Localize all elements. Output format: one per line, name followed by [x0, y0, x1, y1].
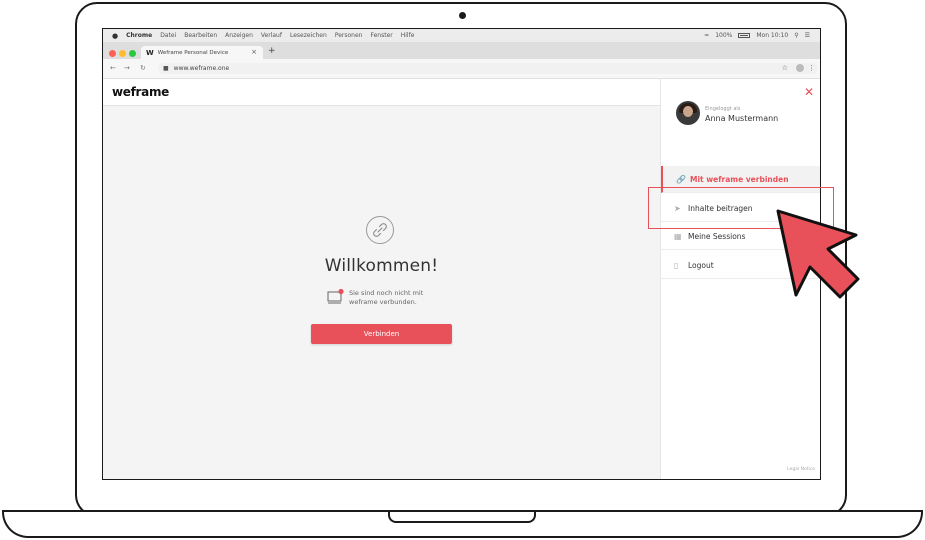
window-zoom-button[interactable] [129, 50, 136, 57]
battery-percent: 100% [715, 32, 733, 39]
menu-item-label: Logout [688, 260, 714, 270]
screen: ● Chrome Datei Bearbeiten Anzeigen Verla… [102, 28, 821, 480]
device-status-icon [327, 288, 344, 304]
bookmark-star-icon[interactable]: ☆ [782, 64, 788, 72]
tab-title: Weframe Personal Device [157, 49, 229, 56]
menu-fenster[interactable]: Fenster [370, 32, 392, 39]
close-icon[interactable]: ✕ [804, 85, 814, 99]
menu-datei[interactable]: Datei [160, 32, 176, 39]
laptop-notch [388, 512, 536, 523]
menu-item-label: Meine Sessions [688, 231, 746, 241]
window-minimize-button[interactable] [119, 50, 126, 57]
menu-hilfe[interactable]: Hilfe [401, 32, 415, 39]
menu-verlauf[interactable]: Verlauf [261, 32, 282, 39]
user-name: Anna Mustermann [705, 114, 779, 123]
menubar-app-name[interactable]: Chrome [126, 32, 152, 39]
favicon-icon: W [146, 48, 154, 57]
link-icon: 🔗 [676, 174, 686, 184]
legal-notice-link[interactable]: Legal Notice [787, 467, 815, 472]
forward-icon[interactable]: → [124, 64, 130, 72]
avatar [676, 101, 700, 125]
lock-icon: ■ [163, 65, 169, 72]
status-line-2: weframe verbunden. [349, 298, 417, 306]
menu-item-label: Mit weframe verbinden [690, 174, 789, 184]
window-close-button[interactable] [109, 50, 116, 57]
browser-toolbar: ← → ↻ ■ www.weframe.one ☆ ⋮ [103, 59, 820, 79]
camera-dot [459, 12, 466, 19]
browser-tabbar: W Weframe Personal Device × + [103, 42, 820, 59]
back-icon[interactable]: ← [110, 64, 116, 72]
more-menu-icon[interactable]: ⋮ [808, 64, 815, 72]
apple-icon[interactable]: ● [112, 32, 118, 40]
status-line-1: Sie sind noch nicht mit [349, 289, 424, 297]
pointer-arrow-icon [776, 209, 860, 299]
connection-status-text: Sie sind noch nicht mit weframe verbunde… [349, 289, 459, 307]
menubar-status: ≈ 100% Mon 10:10 ⚲ ☰ [704, 29, 810, 42]
menu-anzeigen[interactable]: Anzeigen [225, 32, 253, 39]
logged-in-label: Eingeloggt als [705, 106, 741, 112]
weframe-logo[interactable]: weframe [112, 85, 169, 99]
address-bar[interactable]: ■ www.weframe.one ☆ ⋮ [158, 63, 818, 74]
reload-icon[interactable]: ↻ [140, 64, 146, 72]
menu-bearbeiten[interactable]: Bearbeiten [184, 32, 217, 39]
link-icon [366, 216, 394, 244]
mac-menubar: ● Chrome Datei Bearbeiten Anzeigen Verla… [103, 29, 820, 42]
control-center-icon[interactable]: ☰ [805, 32, 810, 39]
url-text: www.weframe.one [173, 65, 230, 72]
new-tab-button[interactable]: + [268, 46, 276, 56]
browser-tab[interactable]: W Weframe Personal Device × [141, 46, 263, 59]
grid-icon: ▦ [674, 231, 682, 241]
profile-icon[interactable] [796, 64, 804, 72]
connect-button[interactable]: Verbinden [311, 324, 452, 344]
menu-lesezeichen[interactable]: Lesezeichen [290, 32, 327, 39]
clock[interactable]: Mon 10:10 [756, 32, 788, 39]
welcome-heading: Willkommen! [324, 256, 439, 276]
battery-icon[interactable] [738, 33, 751, 38]
wifi-icon[interactable]: ≈ [704, 32, 709, 39]
logout-icon: ▯ [674, 260, 679, 270]
main-content: Willkommen! Sie sind noch nicht mit wefr… [103, 106, 660, 479]
menu-personen[interactable]: Personen [335, 32, 363, 39]
tab-close-icon[interactable]: × [251, 48, 257, 56]
spotlight-search-icon[interactable]: ⚲ [794, 32, 798, 39]
